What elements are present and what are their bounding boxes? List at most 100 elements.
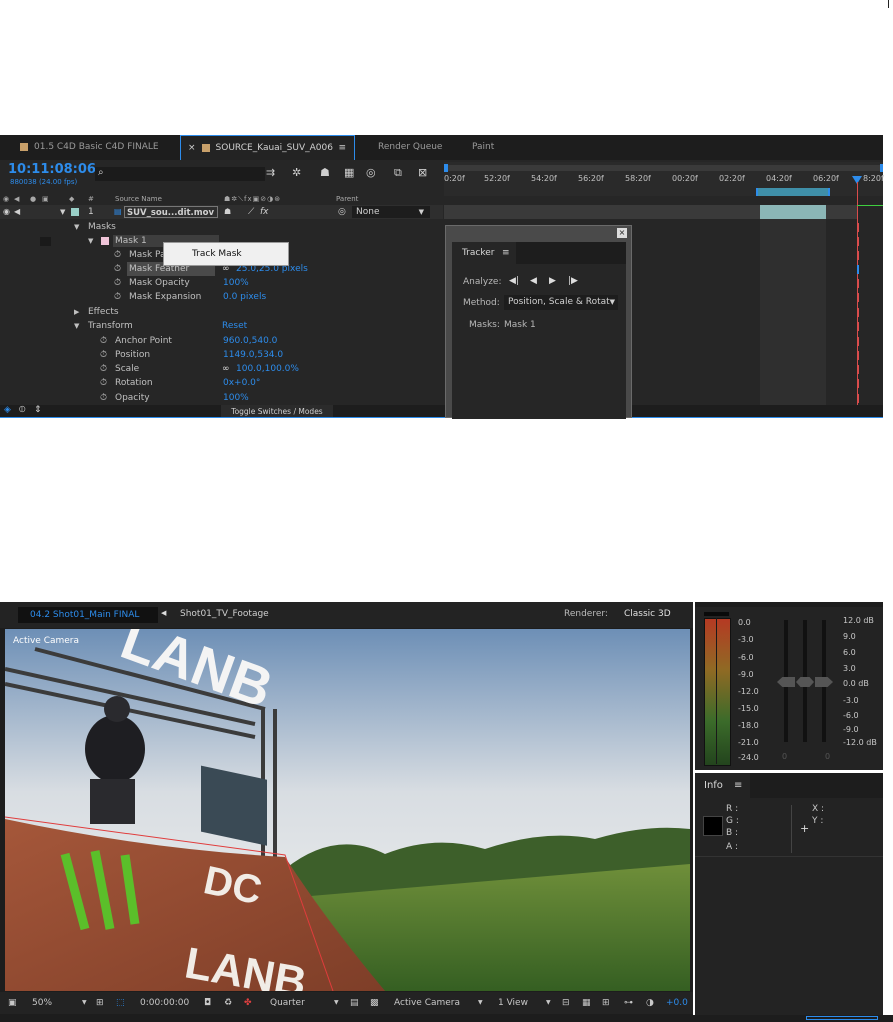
- work-area-start-handle[interactable]: [444, 164, 448, 172]
- in-out-icon[interactable]: ⇕: [34, 405, 42, 415]
- resolution-dropdown[interactable]: Quarter ▼: [270, 992, 342, 1014]
- time-ruler[interactable]: 0:20f 52:20f 54:20f 56:20f 58:20f 00:20f…: [444, 162, 884, 196]
- stopwatch-icon[interactable]: ⏱: [114, 276, 121, 290]
- stopwatch-icon[interactable]: ⏱: [100, 362, 107, 376]
- stopwatch-icon[interactable]: ⏱: [100, 348, 107, 362]
- tracker-tab[interactable]: Tracker ≡: [452, 242, 516, 264]
- audio-toggle-icon[interactable]: ◀: [14, 205, 20, 219]
- analyze-forward-icon[interactable]: ▶: [549, 276, 556, 286]
- layer-name[interactable]: SUV_sou...dit.mov: [124, 206, 218, 218]
- exposure-value[interactable]: +0.0: [666, 992, 688, 1014]
- keyframe-marker[interactable]: [857, 223, 859, 232]
- property-row-position[interactable]: ⏱ Position 1149.0,534.0: [0, 348, 443, 362]
- twirl-down-icon[interactable]: ▼: [88, 234, 93, 248]
- tab-menu-icon[interactable]: ≡: [338, 136, 346, 161]
- shy-switch-icon[interactable]: ☗: [224, 205, 231, 219]
- property-row-transform[interactable]: ▼ Transform Reset: [0, 319, 443, 333]
- source-name-header[interactable]: Source Name: [115, 193, 162, 205]
- fast-preview-icon[interactable]: ▤: [350, 992, 359, 1014]
- comp-viewer[interactable]: LANB DC LANB Active Camera: [5, 629, 690, 991]
- analyze-forward-frame-icon[interactable]: |▶: [568, 276, 578, 286]
- timecode-display[interactable]: 10:11:08:06: [8, 162, 96, 177]
- property-value[interactable]: 960.0,540.0: [223, 334, 277, 348]
- camera-dropdown[interactable]: Active Camera ▼: [394, 992, 486, 1014]
- property-value[interactable]: 0.0 pixels: [223, 290, 266, 304]
- tab-source-kauai[interactable]: × SOURCE_Kauai_SUV_A006 ≡: [180, 135, 355, 160]
- property-row-masks[interactable]: ▼ Masks: [0, 220, 443, 234]
- always-preview-icon[interactable]: ▣: [8, 992, 17, 1014]
- info-tab[interactable]: Info ≡: [695, 773, 750, 798]
- info-menu-icon[interactable]: ≡: [734, 773, 742, 798]
- keyframe-marker[interactable]: [857, 322, 859, 331]
- label-swatch-icon[interactable]: [71, 208, 79, 216]
- mask-mode-swatch[interactable]: [40, 237, 51, 246]
- effect-switch-icon[interactable]: fx: [260, 205, 269, 219]
- render-settings-icon[interactable]: ⊠: [418, 166, 427, 179]
- property-row-opacity[interactable]: ⏱ Opacity 100%: [0, 391, 443, 405]
- keyframe-marker[interactable]: [857, 365, 859, 374]
- property-row-effects[interactable]: ▶ Effects: [0, 305, 443, 319]
- twirl-down-icon[interactable]: ▼: [74, 220, 79, 234]
- property-value[interactable]: 100%: [223, 391, 249, 405]
- work-area-end-handle[interactable]: [880, 164, 883, 172]
- work-area-bar[interactable]: [444, 165, 883, 171]
- tab-render-queue[interactable]: Render Queue: [378, 135, 442, 160]
- menu-item-track-mask[interactable]: Track Mask: [164, 243, 288, 265]
- stopwatch-icon[interactable]: ⏱: [100, 391, 107, 405]
- parent-dropdown[interactable]: None ▼: [352, 206, 430, 218]
- reset-exposure-icon[interactable]: ◑: [646, 992, 654, 1014]
- transfer-controls-icon[interactable]: ⦶: [19, 405, 26, 415]
- twirl-right-icon[interactable]: ▶: [74, 305, 79, 319]
- timeline-icon[interactable]: ⊞: [602, 992, 610, 1014]
- frame-blending-icon[interactable]: ▦: [344, 166, 354, 179]
- volume-slider-handle-center[interactable]: [796, 677, 814, 687]
- tracker-menu-icon[interactable]: ≡: [502, 242, 510, 264]
- comp-mini-flowchart-icon[interactable]: ⇉: [266, 166, 275, 179]
- comp-tab-active[interactable]: 04.2 Shot01_Main FINAL: [18, 607, 158, 623]
- keyframe-marker[interactable]: [857, 351, 859, 360]
- viewer-timecode[interactable]: 0:00:00:00: [140, 992, 189, 1014]
- stopwatch-icon[interactable]: ⏱: [114, 248, 121, 262]
- quality-switch-icon[interactable]: ⟋: [248, 205, 254, 219]
- method-dropdown[interactable]: Position, Scale & Rotat ▼: [504, 295, 618, 310]
- show-snapshot-icon[interactable]: ♻: [224, 992, 232, 1014]
- property-row-rotation[interactable]: ⏱ Rotation 0x+0.0°: [0, 376, 443, 390]
- property-value[interactable]: 0x+0.0°: [223, 376, 260, 390]
- keyframe-marker[interactable]: [857, 379, 859, 388]
- mask-color-swatch[interactable]: [101, 237, 109, 245]
- tab-paint[interactable]: Paint: [472, 135, 494, 160]
- property-row-scale[interactable]: ⏱ Scale ∞ 100.0,100.0%: [0, 362, 443, 376]
- shy-layers-icon[interactable]: ☗: [320, 166, 330, 179]
- property-row-mask-opacity[interactable]: ⏱ Mask Opacity 100%: [0, 276, 443, 290]
- property-value[interactable]: 100.0,100.0%: [236, 362, 299, 376]
- keyframe-marker[interactable]: [857, 251, 859, 260]
- keyframe-marker[interactable]: [857, 265, 859, 274]
- visibility-toggle-icon[interactable]: ◉: [3, 205, 10, 219]
- motion-blur-icon[interactable]: ◎: [366, 166, 376, 179]
- reset-link[interactable]: Reset: [222, 319, 247, 333]
- stopwatch-icon[interactable]: ⏱: [100, 334, 107, 348]
- tab-close-icon[interactable]: ×: [188, 143, 196, 153]
- property-row-mask-expansion[interactable]: ⏱ Mask Expansion 0.0 pixels: [0, 290, 443, 304]
- property-value[interactable]: 100%: [223, 276, 249, 290]
- stopwatch-icon[interactable]: ⏱: [114, 290, 121, 304]
- keyframe-marker[interactable]: [857, 394, 859, 403]
- breadcrumb[interactable]: Shot01_TV_Footage: [180, 609, 269, 619]
- close-icon[interactable]: ×: [617, 228, 627, 238]
- analyze-backward-icon[interactable]: ◀: [530, 276, 537, 286]
- search-box[interactable]: ⌕: [95, 167, 265, 181]
- keyframe-marker[interactable]: [857, 237, 859, 246]
- region-of-interest-icon[interactable]: ⬚: [116, 992, 125, 1014]
- snapshot-icon[interactable]: ◘: [204, 992, 211, 1014]
- keyframe-marker[interactable]: [857, 279, 859, 288]
- graph-editor-icon[interactable]: ⧉: [394, 166, 402, 180]
- fast-draft-icon[interactable]: ▦: [582, 992, 591, 1014]
- parent-pickwhip-icon[interactable]: ◎: [338, 205, 346, 219]
- zoom-dropdown[interactable]: 50% ▼: [32, 992, 88, 1014]
- twirl-down-icon[interactable]: ▼: [74, 319, 79, 333]
- work-area-region[interactable]: [756, 188, 830, 196]
- twirl-down-icon[interactable]: ▼: [60, 205, 65, 219]
- stopwatch-icon[interactable]: ⏱: [114, 262, 121, 276]
- layer-row[interactable]: ◉ ◀ ▼ 1 ▤ SUV_sou...dit.mov ☗ ⟋ fx ◎ Non…: [0, 205, 443, 219]
- search-input[interactable]: [111, 168, 263, 180]
